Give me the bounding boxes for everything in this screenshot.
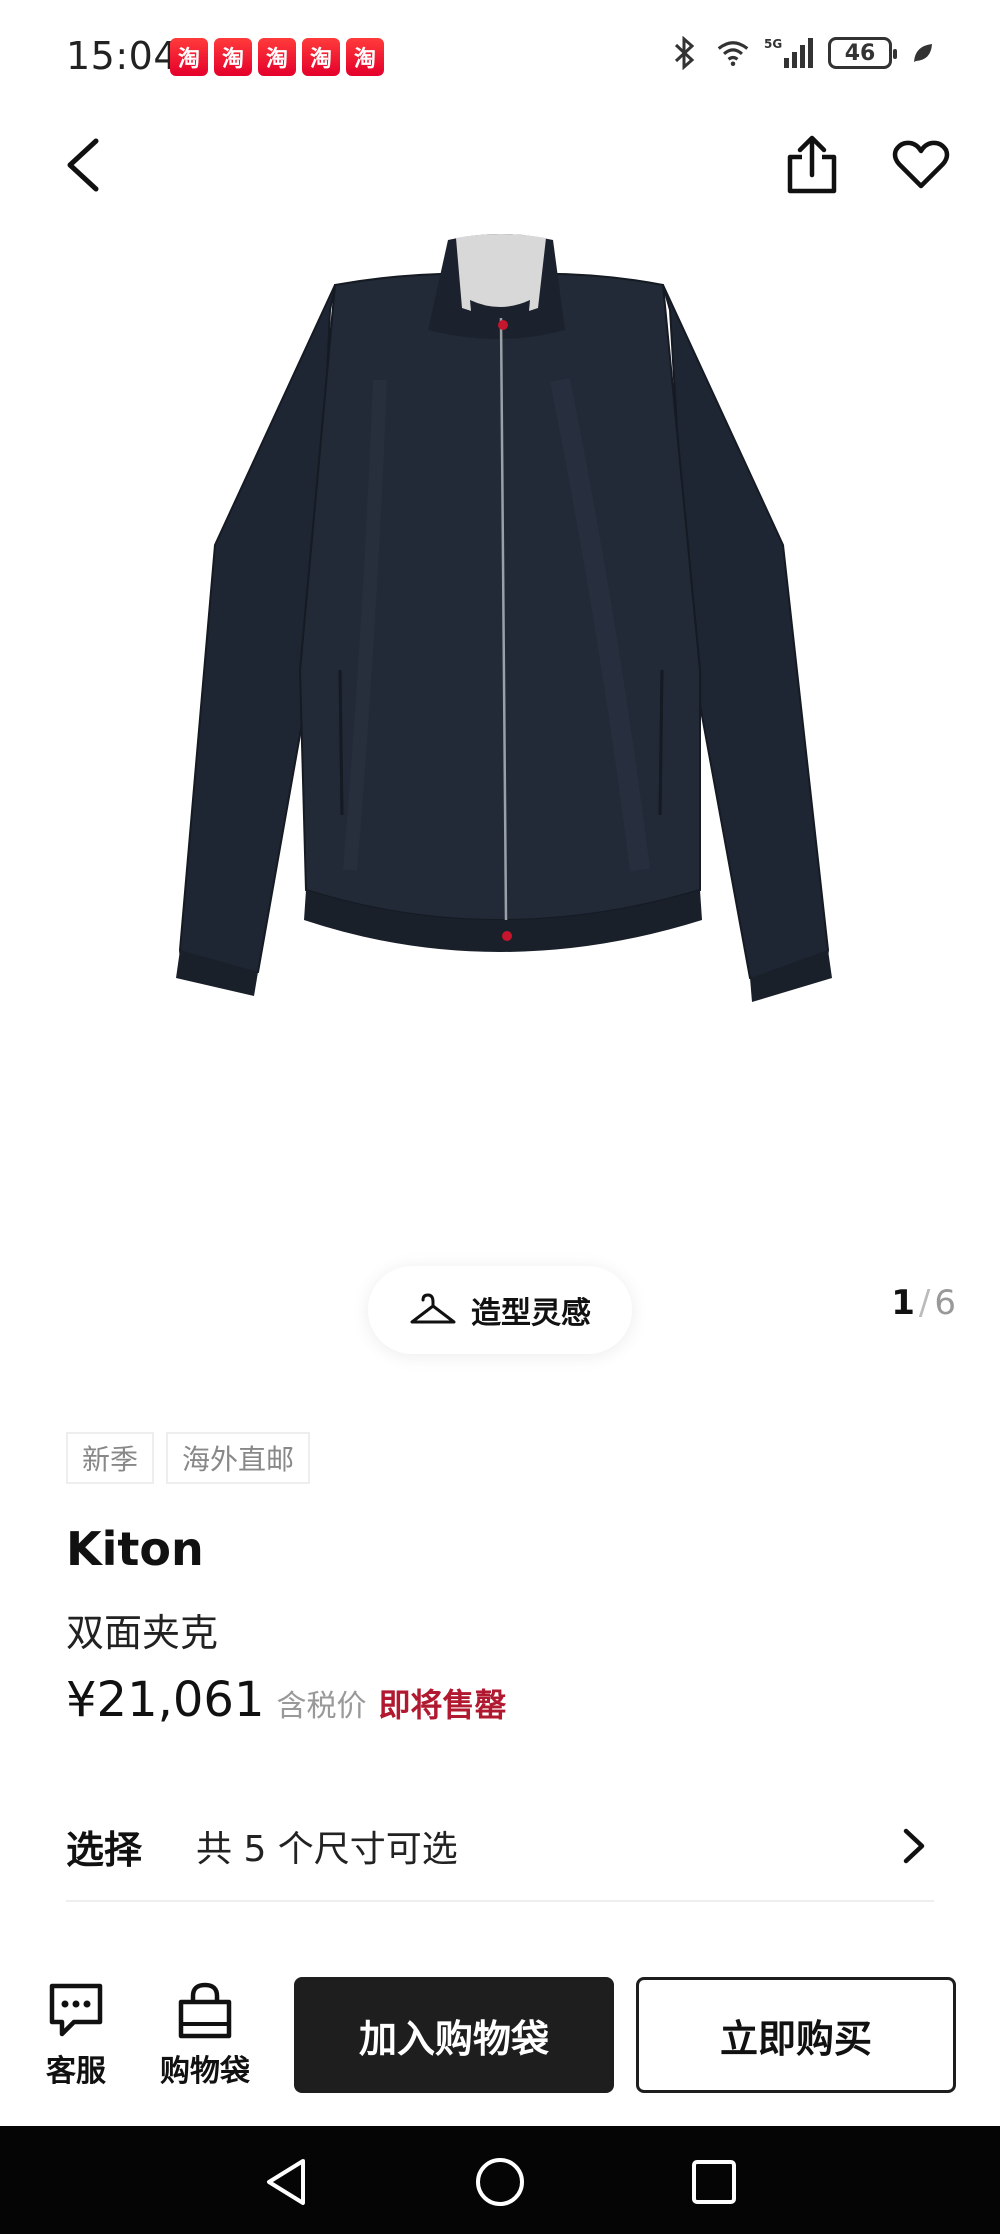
bluetooth-icon — [668, 36, 702, 70]
back-button[interactable] — [52, 130, 112, 200]
select-label: 选择 — [66, 1827, 143, 1872]
hanger-icon — [410, 1293, 456, 1324]
triangle-back-icon — [267, 2159, 305, 2205]
price-row: ¥21,061 含税价 即将售罄 — [66, 1672, 507, 1728]
select-value: 共 5 个尺寸可选 — [196, 1829, 458, 1870]
shopping-bag-icon — [178, 1982, 232, 2039]
brand-name[interactable]: Kiton — [66, 1522, 204, 1576]
notification-badges: 淘 淘 淘 淘 淘 — [170, 38, 384, 76]
taobao-notification-icon: 淘 — [302, 38, 340, 76]
stock-status: 即将售罄 — [378, 1686, 507, 1724]
chevron-right-icon — [894, 1826, 934, 1866]
system-navigation-bar — [0, 2126, 1000, 2234]
chevron-left-icon — [67, 138, 99, 192]
status-time: 15:04 — [66, 34, 179, 78]
styling-inspiration-button[interactable]: 造型灵感 — [368, 1266, 632, 1354]
square-recents-icon — [692, 2160, 736, 2204]
customer-service-button[interactable]: 客服 — [46, 1982, 106, 2090]
bottom-action-bar: 客服 购物袋 加入购物袋 立即购买 — [0, 1960, 1000, 2126]
buy-now-button[interactable]: 立即购买 — [636, 1977, 956, 2093]
taobao-notification-icon: 淘 — [258, 38, 296, 76]
customer-service-label: 客服 — [46, 2054, 106, 2089]
taobao-notification-icon: 淘 — [170, 38, 208, 76]
pager-total: 6 — [934, 1283, 956, 1323]
system-home-button[interactable] — [470, 2152, 530, 2212]
pager-current: 1 — [891, 1283, 915, 1323]
battery-indicator: 46 — [828, 37, 897, 69]
add-to-bag-button[interactable]: 加入购物袋 — [294, 1977, 614, 2093]
taobao-notification-icon: 淘 — [214, 38, 252, 76]
product-tags: 新季 海外直邮 — [66, 1432, 311, 1484]
price: ¥21,061 — [66, 1672, 265, 1728]
pager-separator: / — [918, 1283, 931, 1323]
jacket-illustration — [176, 234, 832, 1002]
share-icon — [787, 135, 837, 194]
heart-icon — [892, 140, 950, 189]
status-bar: 15:04 淘 淘 淘 淘 淘 5G 46 — [0, 0, 1000, 110]
system-back-button[interactable] — [256, 2152, 316, 2212]
tax-note: 含税价 — [276, 1689, 367, 1724]
chat-icon — [49, 1983, 103, 2037]
network-type-label: 5G — [764, 37, 782, 51]
image-pager: 1/6 — [891, 1283, 956, 1323]
tag-new-season: 新季 — [66, 1432, 155, 1484]
system-recents-button[interactable] — [684, 2152, 744, 2212]
wifi-icon — [716, 36, 750, 70]
size-select-row[interactable]: 选择 共 5 个尺寸可选 — [66, 1792, 934, 1902]
product-image[interactable] — [0, 230, 1000, 1230]
taobao-notification-icon: 淘 — [346, 38, 384, 76]
top-navigation — [0, 120, 1000, 210]
leaf-icon — [906, 36, 940, 70]
cellular-signal-icon: 5G — [764, 36, 814, 70]
circle-home-icon — [476, 2158, 524, 2206]
favorite-button[interactable] — [888, 130, 954, 200]
shopping-bag-label: 购物袋 — [160, 2054, 250, 2089]
status-icons: 5G 46 — [668, 36, 940, 70]
styling-inspiration-label: 造型灵感 — [471, 1296, 591, 1331]
shopping-bag-button[interactable]: 购物袋 — [160, 1982, 250, 2090]
tag-overseas-direct: 海外直邮 — [166, 1432, 311, 1484]
share-button[interactable] — [780, 130, 844, 200]
product-name: 双面夹克 — [66, 1611, 219, 1655]
